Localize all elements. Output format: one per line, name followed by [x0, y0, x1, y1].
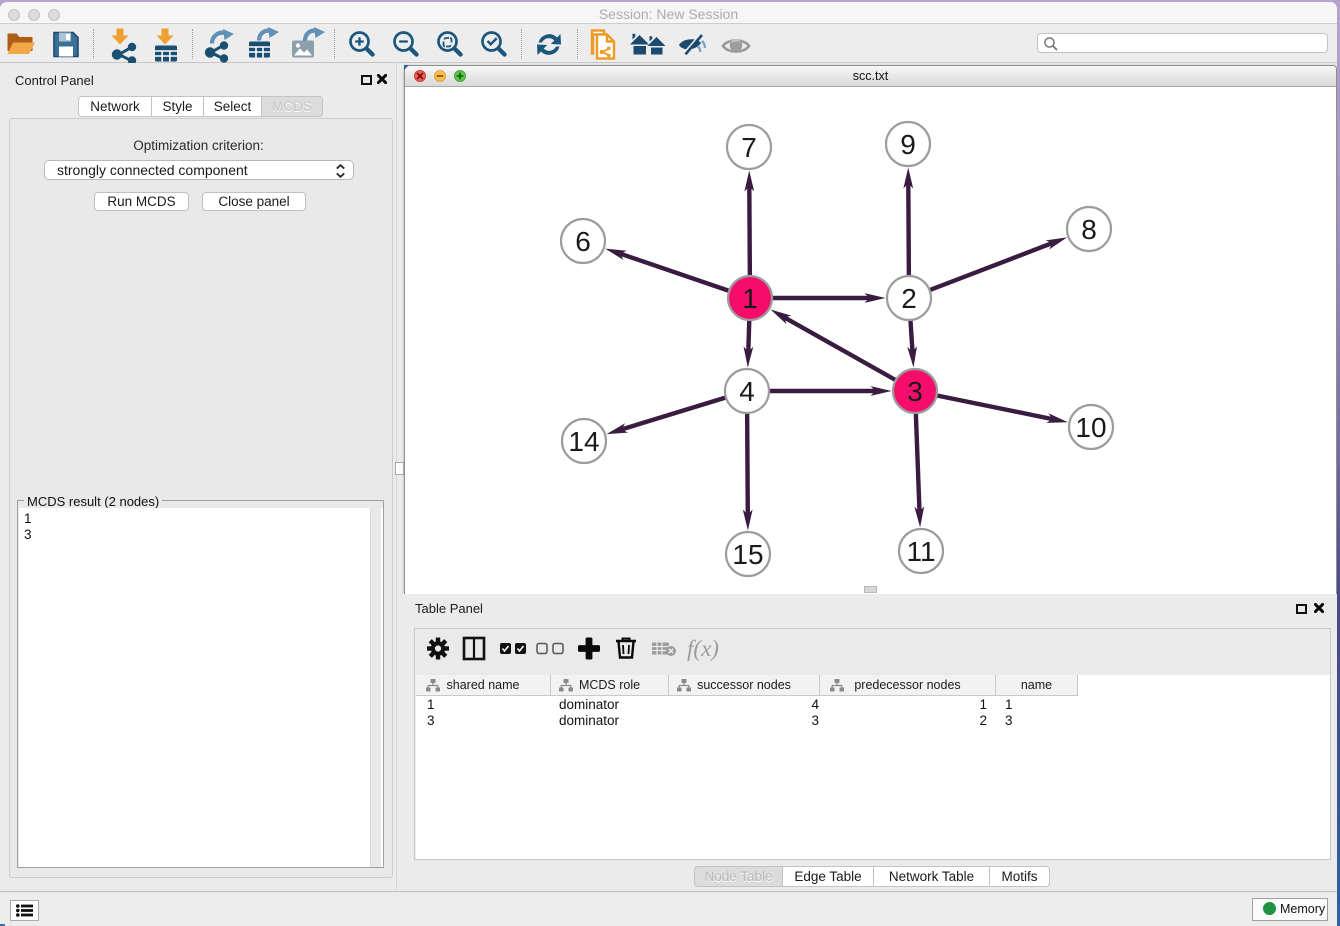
svg-text:3: 3 [907, 376, 923, 407]
svg-text:1: 1 [742, 283, 758, 314]
svg-text:f(x): f(x) [687, 636, 719, 661]
svg-text:6: 6 [575, 226, 591, 257]
svg-text:14: 14 [568, 426, 599, 457]
svg-text:2: 2 [901, 283, 917, 314]
svg-text:15: 15 [732, 539, 763, 570]
svg-text:11: 11 [906, 536, 935, 567]
svg-text:4: 4 [739, 376, 755, 407]
svg-text:8: 8 [1081, 214, 1097, 245]
svg-text:9: 9 [900, 129, 916, 160]
svg-text:10: 10 [1075, 412, 1106, 443]
svg-text:7: 7 [741, 132, 757, 163]
